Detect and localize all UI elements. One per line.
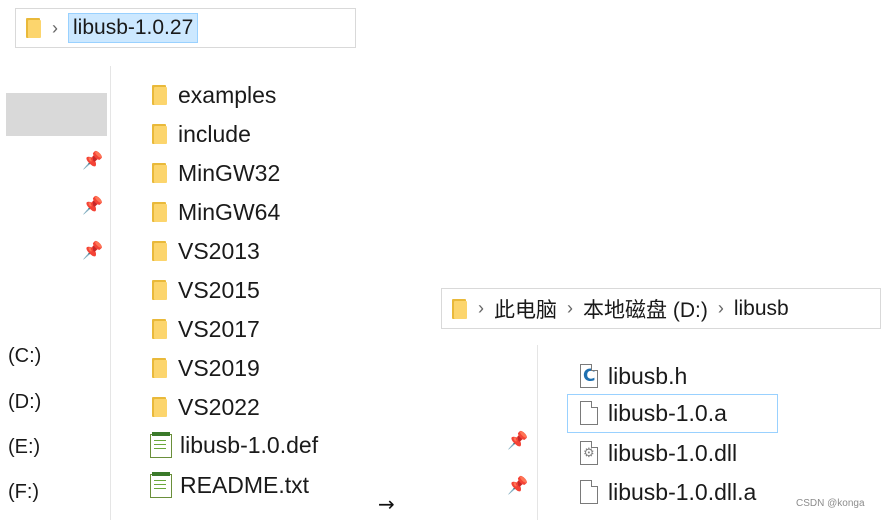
pin-icon[interactable]: 📌 xyxy=(82,196,103,216)
item-name: VS2017 xyxy=(178,315,260,342)
breadcrumb-this-pc[interactable]: 此电脑 xyxy=(494,294,557,324)
folder-icon xyxy=(152,84,168,106)
list-item[interactable]: examples xyxy=(152,77,276,113)
list-item[interactable]: VS2013 xyxy=(152,233,260,269)
folder-icon xyxy=(152,279,168,301)
list-item[interactable]: README.txt xyxy=(148,467,309,503)
folder-icon xyxy=(452,298,468,320)
item-name: MinGW32 xyxy=(178,159,281,186)
item-name: libusb-1.0.dll.a xyxy=(608,478,757,505)
list-item[interactable]: VS2015 xyxy=(152,272,260,308)
left-address-bar[interactable]: › libusb-1.0.27 xyxy=(15,8,356,48)
chevron-right-icon[interactable]: › xyxy=(567,298,573,319)
drive-e[interactable]: (E:) xyxy=(8,436,40,459)
right-address-bar[interactable]: › 此电脑 › 本地磁盘 (D:) › libusb xyxy=(441,288,881,329)
item-name: libusb-1.0.def xyxy=(180,431,319,458)
pin-icon[interactable]: 📌 xyxy=(82,241,103,261)
list-item[interactable]: MinGW64 xyxy=(152,194,280,230)
list-item[interactable]: VS2017 xyxy=(152,311,260,347)
folder-icon xyxy=(152,162,168,184)
item-name: libusb.h xyxy=(608,362,688,389)
drive-d[interactable]: (D:) xyxy=(8,391,41,414)
blank-file-icon xyxy=(580,480,598,504)
list-item[interactable]: C libusb.h xyxy=(580,358,687,394)
pin-icon[interactable]: 📌 xyxy=(507,431,528,451)
list-item[interactable]: libusb-1.0.def xyxy=(148,427,318,463)
folder-icon xyxy=(152,201,168,223)
pin-icon[interactable]: 📌 xyxy=(82,151,103,171)
item-name: README.txt xyxy=(180,471,310,498)
item-name: include xyxy=(178,120,251,147)
dll-file-icon: ⚙ xyxy=(580,441,598,465)
folder-icon xyxy=(152,318,168,340)
list-item[interactable]: ⚙ libusb-1.0.dll xyxy=(580,435,737,471)
list-item[interactable]: VS2019 xyxy=(152,350,260,386)
pin-icon[interactable]: 📌 xyxy=(507,476,528,496)
item-name: libusb-1.0.a xyxy=(608,399,727,426)
c-header-file-icon: C xyxy=(580,364,598,388)
drive-f[interactable]: (F:) xyxy=(8,481,39,504)
breadcrumb-libusb[interactable]: libusb xyxy=(734,297,789,321)
list-item[interactable]: VS2022 xyxy=(152,389,260,425)
chevron-right-icon[interactable]: › xyxy=(52,18,58,39)
watermark: CSDN @konga xyxy=(796,498,865,509)
list-item[interactable]: include xyxy=(152,116,251,152)
folder-icon xyxy=(26,17,42,39)
chevron-right-icon[interactable]: › xyxy=(718,298,724,319)
item-name: VS2022 xyxy=(178,393,260,420)
folder-icon xyxy=(152,357,168,379)
notepad-file-icon xyxy=(148,432,172,458)
chevron-right-icon[interactable]: › xyxy=(478,298,484,319)
folder-icon xyxy=(152,396,168,418)
list-item[interactable]: MinGW32 xyxy=(152,155,280,191)
item-name: VS2013 xyxy=(178,237,260,264)
item-name: examples xyxy=(178,81,277,108)
breadcrumb-local-disk[interactable]: 本地磁盘 (D:) xyxy=(583,294,708,324)
item-name: VS2019 xyxy=(178,354,260,381)
item-name: VS2015 xyxy=(178,276,260,303)
drive-c[interactable]: (C:) xyxy=(8,345,41,368)
address-segment[interactable]: libusb-1.0.27 xyxy=(68,13,199,43)
list-item[interactable]: libusb-1.0.a xyxy=(580,395,727,431)
divider xyxy=(110,66,111,520)
item-name: MinGW64 xyxy=(178,198,281,225)
blank-file-icon xyxy=(580,401,598,425)
divider xyxy=(537,345,538,520)
folder-icon xyxy=(152,123,168,145)
list-item[interactable]: libusb-1.0.dll.a xyxy=(580,474,756,510)
notepad-file-icon xyxy=(148,472,172,498)
folder-icon xyxy=(152,240,168,262)
nav-selected-item[interactable] xyxy=(6,93,107,136)
item-name: libusb-1.0.dll xyxy=(608,439,738,466)
arrow: → xyxy=(378,492,395,516)
